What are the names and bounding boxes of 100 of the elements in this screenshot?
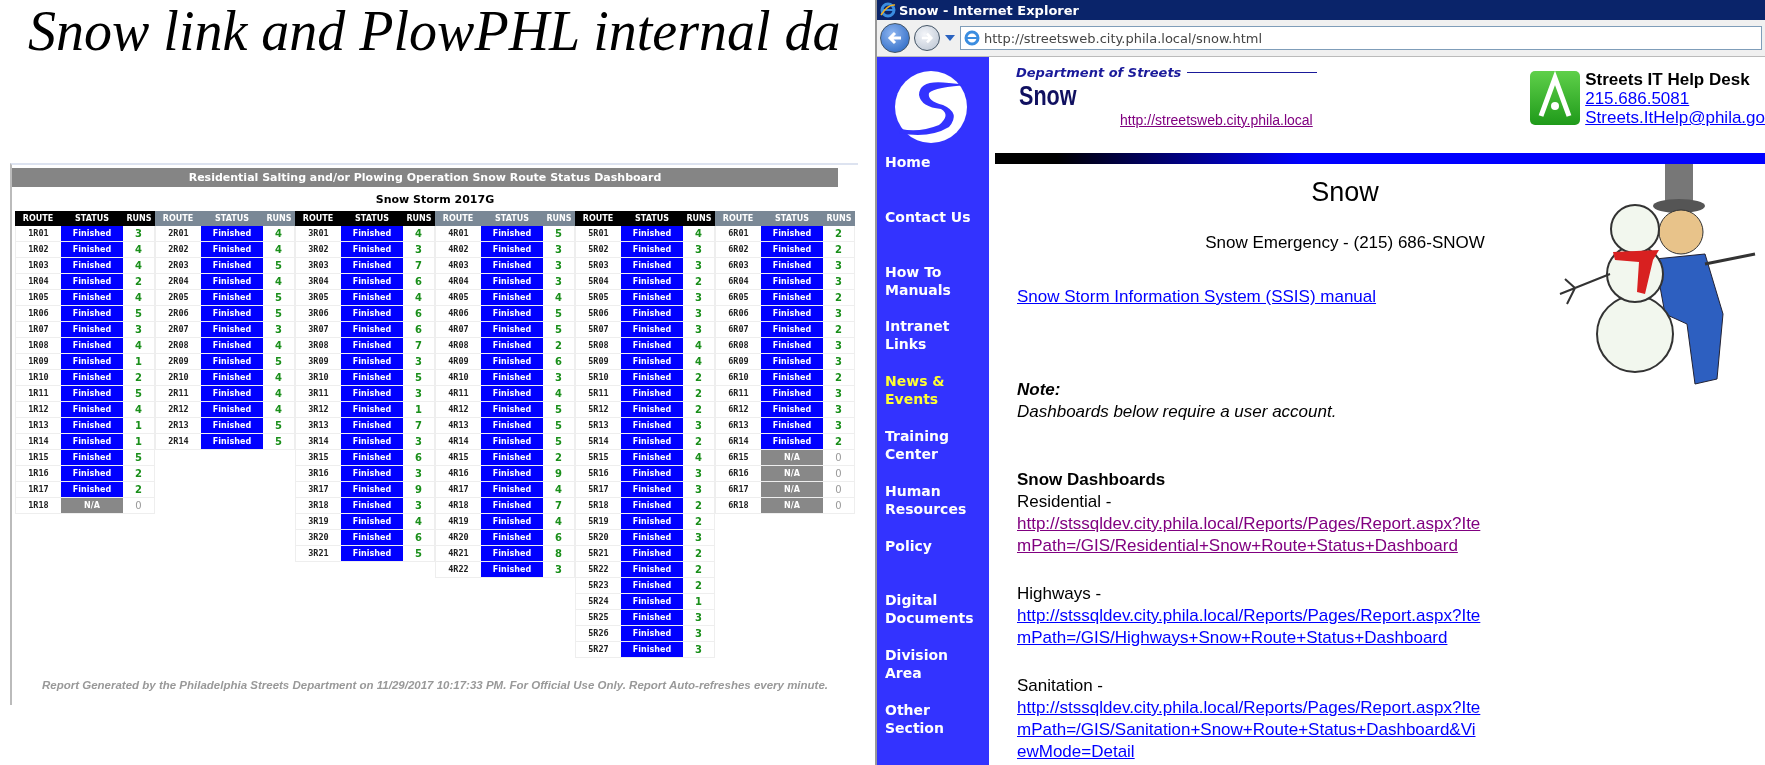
- note-label: Note:: [1017, 379, 1061, 401]
- nav-link[interactable]: Policy: [877, 536, 938, 592]
- run-count: 5: [543, 226, 575, 241]
- status-tag: Finished: [341, 338, 403, 353]
- column-header: RUNS: [405, 214, 433, 223]
- column-header: STATUS: [354, 214, 390, 223]
- status-tag: N/A: [61, 498, 123, 513]
- status-tag: N/A: [761, 482, 823, 497]
- run-count: 3: [683, 466, 715, 481]
- status-tag: Finished: [341, 354, 403, 369]
- status-tag: Finished: [761, 242, 823, 257]
- run-count: 4: [263, 274, 295, 289]
- column-header: RUNS: [685, 214, 713, 223]
- run-count: 5: [403, 546, 435, 561]
- phone-link[interactable]: 215.686.5081: [1585, 89, 1690, 108]
- status-tag: Finished: [61, 322, 123, 337]
- status-tag: Finished: [341, 226, 403, 241]
- status-tag: Finished: [621, 498, 683, 513]
- email-link[interactable]: Streets.ItHelp@phila.go: [1585, 108, 1765, 127]
- nav-link[interactable]: News & Events: [877, 372, 989, 427]
- nav-link[interactable]: Digital Documents: [877, 591, 989, 647]
- dashboard-link[interactable]: http://stssqldev.city.phila.local/Reports/Pages/Report.aspx?ItemPath=/GIS/Highways+Snow+Route+Status+Dashboard: [1017, 605, 1482, 649]
- status-tag: Finished: [481, 274, 543, 289]
- nav-link[interactable]: Other Section: [877, 700, 989, 756]
- nav-link[interactable]: How To Manuals: [877, 262, 989, 318]
- nav-link[interactable]: Contact Us: [877, 207, 977, 263]
- nav-link[interactable]: Intranet Links: [877, 317, 989, 373]
- status-tag: Finished: [481, 306, 543, 321]
- status-tag: Finished: [61, 450, 123, 465]
- status-tag: Finished: [341, 258, 403, 273]
- run-count: 4: [403, 514, 435, 529]
- status-tag: Finished: [201, 338, 263, 353]
- status-tag: Finished: [621, 546, 683, 561]
- status-tag: Finished: [761, 434, 823, 449]
- run-count: 3: [403, 434, 435, 449]
- back-button[interactable]: [880, 23, 910, 53]
- status-tag: Finished: [341, 434, 403, 449]
- status-tag: Finished: [481, 338, 543, 353]
- run-count: 7: [403, 338, 435, 353]
- run-count: 5: [123, 386, 155, 401]
- nav-link[interactable]: Training Center: [877, 427, 989, 482]
- run-count: 2: [123, 370, 155, 385]
- status-tag: Finished: [61, 386, 123, 401]
- status-tag: Finished: [621, 306, 683, 321]
- status-tag: Finished: [341, 514, 403, 529]
- help-desk-title: Streets IT Help Desk: [1585, 70, 1751, 89]
- nav-link[interactable]: Division Area: [877, 646, 989, 701]
- run-count: 4: [683, 354, 715, 369]
- status-tag: Finished: [621, 434, 683, 449]
- status-tag: Finished: [481, 450, 543, 465]
- status-tag: Finished: [621, 290, 683, 305]
- status-tag: Finished: [481, 290, 543, 305]
- run-count: 4: [263, 338, 295, 353]
- status-tag: Finished: [201, 418, 263, 433]
- address-field[interactable]: http://streetsweb.city.phila.local/snow.html: [960, 26, 1762, 50]
- dashboard-link[interactable]: http://stssqldev.city.phila.local/Reports/Pages/Report.aspx?ItemPath=/GIS/Residential+Snow+Route+Status+Dashboard: [1017, 513, 1482, 557]
- run-count: 5: [543, 418, 575, 433]
- dropdown-icon[interactable]: [944, 34, 956, 42]
- run-count: 2: [683, 370, 715, 385]
- status-tag: Finished: [341, 274, 403, 289]
- column-header: STATUS: [634, 214, 670, 223]
- status-tag: Finished: [61, 466, 123, 481]
- note-text: Dashboards below require a user account.: [1017, 401, 1337, 423]
- dashboard-link[interactable]: http://stssqldev.city.phila.local/Reports/Pages/Report.aspx?ItemPath=/GIS/Sanitation+Snow+Route+Status+Dashboard&ViewMode=Detail: [1017, 697, 1482, 763]
- status-tag: Finished: [621, 530, 683, 545]
- status-tag: Finished: [621, 482, 683, 497]
- run-count: 4: [263, 386, 295, 401]
- run-count: 6: [403, 306, 435, 321]
- dashboard-label: Highways -: [1017, 583, 1102, 605]
- status-tag: Finished: [341, 290, 403, 305]
- run-count: 2: [123, 274, 155, 289]
- run-count: 0: [823, 466, 855, 481]
- status-tag: Finished: [481, 418, 543, 433]
- status-tag: Finished: [621, 450, 683, 465]
- run-count: 2: [543, 450, 575, 465]
- run-count: 6: [403, 274, 435, 289]
- run-count: 5: [263, 306, 295, 321]
- status-tag: Finished: [61, 226, 123, 241]
- forward-button[interactable]: [914, 25, 940, 51]
- status-tag: Finished: [761, 306, 823, 321]
- status-tag: Finished: [61, 290, 123, 305]
- run-count: 2: [683, 514, 715, 529]
- run-count: 0: [823, 498, 855, 513]
- status-tag: N/A: [761, 466, 823, 481]
- nav-link[interactable]: Human Resources: [877, 481, 989, 537]
- run-count: 5: [263, 290, 295, 305]
- nav-link[interactable]: Home: [877, 153, 937, 208]
- status-tag: Finished: [341, 386, 403, 401]
- run-count: 3: [543, 562, 575, 577]
- status-tag: Finished: [341, 322, 403, 337]
- run-count: 5: [123, 450, 155, 465]
- status-tag: Finished: [481, 498, 543, 513]
- manual-link[interactable]: Snow Storm Information System (SSIS) manual: [1017, 286, 1377, 308]
- column-header: ROUTE: [21, 214, 55, 223]
- status-tag: Finished: [341, 498, 403, 513]
- status-tag: Finished: [481, 322, 543, 337]
- site-link[interactable]: http://streetsweb.city.phila.local: [1120, 112, 1313, 128]
- run-count: 3: [403, 242, 435, 257]
- run-count: 5: [543, 434, 575, 449]
- status-tag: Finished: [621, 242, 683, 257]
